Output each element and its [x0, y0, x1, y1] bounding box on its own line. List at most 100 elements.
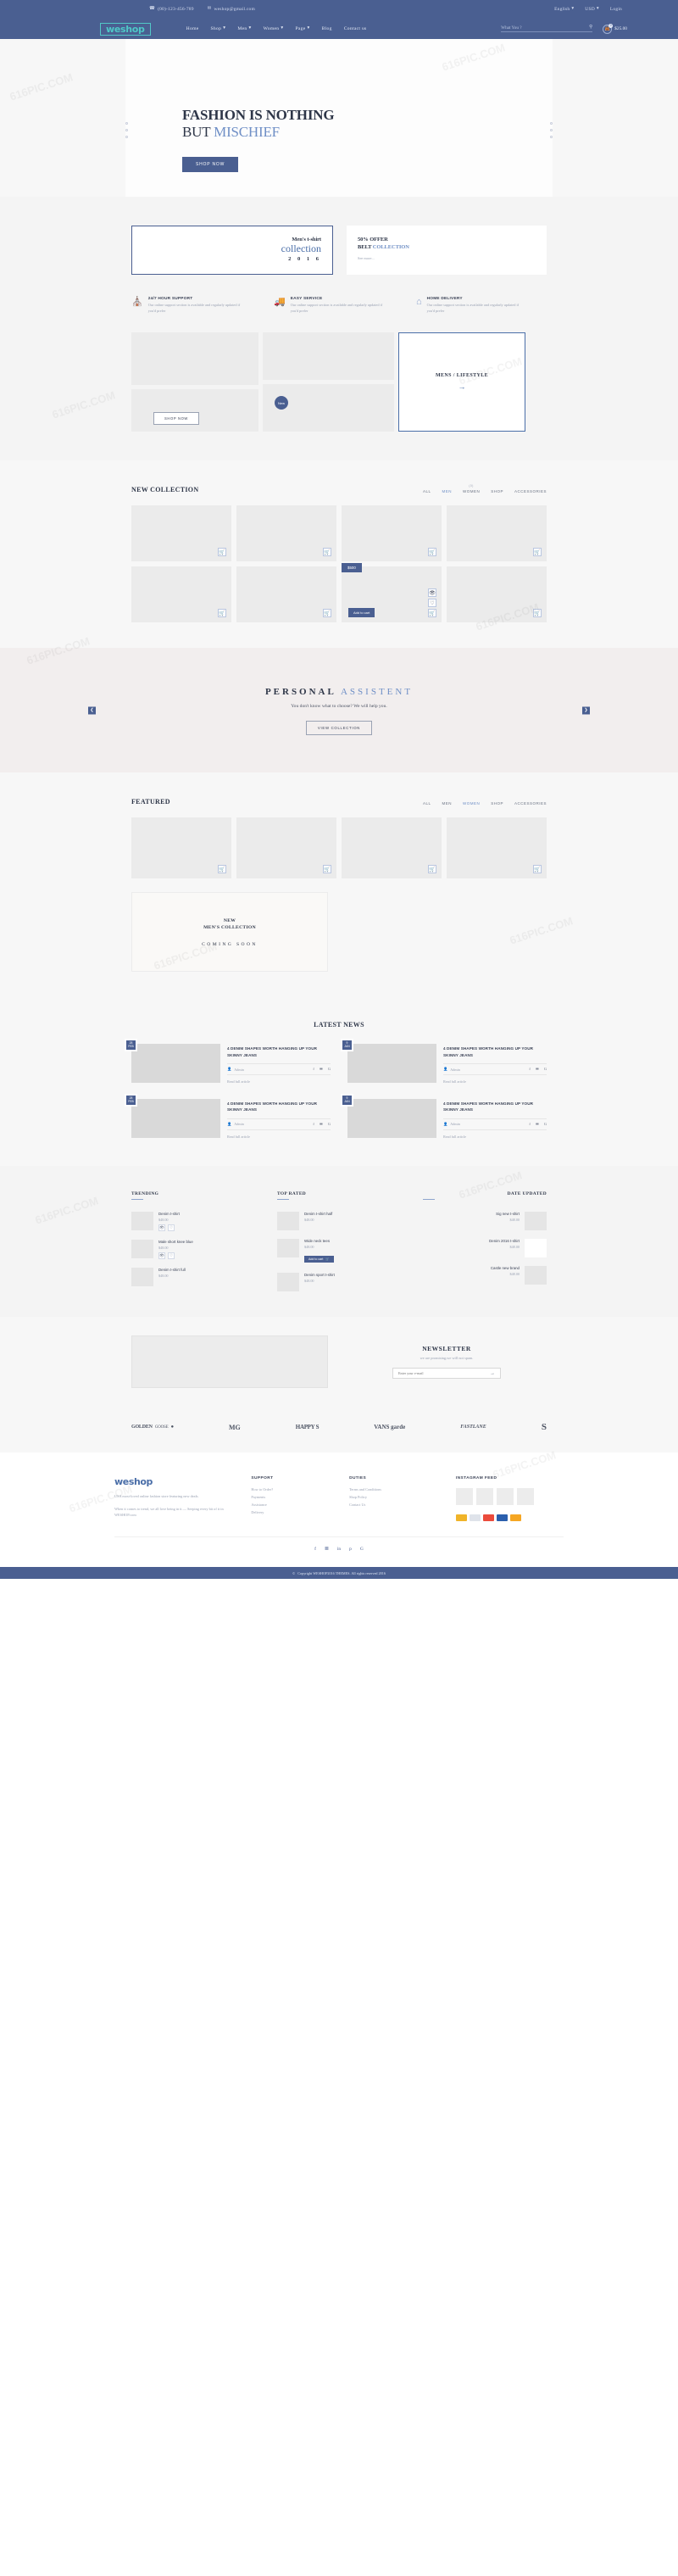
add-to-cart-icon[interactable]: 🛒: [218, 609, 226, 618]
carousel-prev-button[interactable]: ❮: [88, 706, 96, 715]
hero-pagination-left[interactable]: [125, 122, 128, 138]
filter-all[interactable]: ALL: [423, 801, 431, 806]
newsletter-email-input[interactable]: [398, 1371, 490, 1376]
cart-widget[interactable]: 👜 0 $25.00: [603, 23, 627, 34]
filter-men[interactable]: MEN: [442, 801, 452, 806]
category-tile[interactable]: [131, 332, 258, 386]
linkedin-icon[interactable]: in: [337, 1547, 341, 1552]
product-card[interactable]: 🛒: [236, 505, 336, 562]
logo[interactable]: weshop: [100, 22, 151, 36]
product-card[interactable]: 🛒: [131, 817, 231, 879]
news-read-more-link[interactable]: Read full article: [227, 1079, 331, 1084]
category-tile[interactable]: [263, 332, 394, 381]
search-box[interactable]: ⚲: [501, 25, 593, 32]
instagram-thumb[interactable]: [475, 1488, 493, 1506]
product-card[interactable]: 🛒: [236, 817, 336, 879]
list-item[interactable]: Denim 2016 t-shirt $48.00: [423, 1239, 547, 1258]
product-card[interactable]: 🛒: [447, 817, 547, 879]
login-link[interactable]: Login: [610, 7, 622, 12]
list-item[interactable]: Denim t-shirt half $48.00: [277, 1212, 401, 1231]
footer-link[interactable]: Delivery: [251, 1510, 337, 1514]
list-item[interactable]: Castle new brand $48.00: [423, 1266, 547, 1285]
promo-card-mens-tshirt[interactable]: Men's t-shirt collection 2 0 1 6: [131, 226, 333, 275]
nav-item-page[interactable]: Page ▾: [295, 26, 309, 31]
add-to-cart-button[interactable]: Add to cart 🛒: [304, 1256, 334, 1263]
quick-view-icon[interactable]: 👁: [158, 1224, 165, 1232]
footer-link[interactable]: Terms and Conditions: [349, 1487, 444, 1492]
instagram-thumb[interactable]: [496, 1488, 514, 1506]
search-icon[interactable]: ⚲: [589, 25, 592, 31]
filter-shop[interactable]: SHOP: [491, 801, 503, 806]
product-card[interactable]: 🛒: [131, 505, 231, 562]
hero-pagination-right[interactable]: [550, 122, 553, 138]
footer-link[interactable]: Shop Policy: [349, 1495, 444, 1499]
instagram-thumb[interactable]: [516, 1488, 534, 1506]
nav-item-contact-us[interactable]: Contact us: [344, 26, 367, 31]
filter-shop[interactable]: SHOP: [491, 489, 503, 493]
news-item[interactable]: 28 FEB 4 DENIM SHAPES WORTH HANGING UP YO…: [125, 1039, 331, 1084]
news-read-more-link[interactable]: Read full article: [443, 1079, 547, 1084]
carousel-next-button[interactable]: ❯: [582, 706, 590, 715]
twitter-icon[interactable]: 𝌆: [320, 1122, 323, 1127]
google-plus-icon[interactable]: G: [360, 1547, 364, 1552]
add-to-cart-icon[interactable]: 🛒: [428, 548, 436, 557]
wishlist-heart-icon[interactable]: ♡: [428, 599, 436, 608]
news-item[interactable]: 9 JAN 4 DENIM SHAPES WORTH HANGING UP YOU…: [341, 1039, 547, 1084]
add-to-cart-icon[interactable]: 🛒: [533, 609, 542, 618]
wishlist-heart-icon[interactable]: ♡: [168, 1224, 175, 1232]
filter-women[interactable]: (0) WOMEN: [463, 484, 480, 493]
add-to-cart-button[interactable]: Add to cart: [348, 608, 375, 618]
facebook-icon[interactable]: f: [314, 1547, 316, 1552]
add-to-cart-icon[interactable]: 🛒: [323, 548, 331, 557]
coming-soon-card[interactable]: NEW MEN'S COLLECTION COMING SOON: [131, 892, 328, 973]
nav-item-home[interactable]: Home: [186, 26, 199, 31]
pinterest-icon[interactable]: p: [349, 1547, 352, 1552]
list-item[interactable]: Denim t-shirt full $48.00: [131, 1268, 255, 1287]
newsletter-submit-button[interactable]: →: [490, 1371, 495, 1376]
nav-item-women[interactable]: Women ▾: [264, 26, 284, 31]
list-item[interactable]: Male short knee blue $48.00 👁 ♡: [131, 1240, 255, 1260]
hero-shop-now-button[interactable]: SHOP NOW: [182, 157, 239, 173]
language-selector[interactable]: English ▾: [554, 7, 574, 12]
facebook-icon[interactable]: f: [529, 1067, 530, 1072]
filter-all[interactable]: ALL: [423, 489, 431, 493]
google-plus-icon[interactable]: G: [544, 1067, 547, 1072]
google-plus-icon[interactable]: G: [328, 1122, 331, 1127]
instagram-thumb[interactable]: [455, 1488, 473, 1506]
category-tile-mens-lifestyle[interactable]: MENS / LIFESTYLE →: [398, 332, 525, 432]
add-to-cart-icon[interactable]: 🛒: [218, 548, 226, 557]
quick-view-icon[interactable]: 👁: [428, 588, 436, 598]
search-input[interactable]: [501, 25, 590, 31]
list-item[interactable]: Denim sport t-shirt $48.00: [277, 1273, 401, 1292]
twitter-icon[interactable]: 𝌆: [325, 1547, 329, 1552]
news-read-more-link[interactable]: Read full article: [227, 1135, 331, 1139]
news-item[interactable]: 28 FEB 4 DENIM SHAPES WORTH HANGING UP YO…: [125, 1094, 331, 1139]
newsletter-form[interactable]: →: [392, 1368, 501, 1380]
filter-accessories[interactable]: ACCESSORIES: [514, 489, 547, 493]
footer-link[interactable]: Assistance: [251, 1503, 337, 1507]
list-item-hovered[interactable]: Wide neck tees $48.00 Add to cart 🛒: [277, 1239, 401, 1264]
product-card[interactable]: 🛒: [447, 566, 547, 623]
twitter-icon[interactable]: 𝌆: [320, 1067, 323, 1072]
add-to-cart-icon[interactable]: 🛒: [218, 865, 226, 874]
google-plus-icon[interactable]: G: [328, 1067, 331, 1072]
wishlist-heart-icon[interactable]: ♡: [168, 1252, 175, 1260]
promo-card-belt-offer[interactable]: 50% OFFER BELT COLLECTION See more...: [347, 226, 547, 275]
category-shop-now-button[interactable]: SHOP NOW: [153, 412, 199, 426]
filter-women[interactable]: WOMEN: [463, 801, 480, 806]
footer-link[interactable]: How to Order?: [251, 1487, 337, 1492]
category-tile-new[interactable]: New: [263, 384, 394, 432]
cart-icon[interactable]: 👜 0: [603, 23, 614, 34]
promo-see-more-link[interactable]: See more...: [358, 256, 409, 260]
footer-link[interactable]: Contact Us: [349, 1503, 444, 1507]
add-to-cart-icon[interactable]: 🛒: [323, 609, 331, 618]
add-to-cart-icon[interactable]: 🛒: [323, 865, 331, 874]
news-item[interactable]: 9 JAN 4 DENIM SHAPES WORTH HANGING UP YOU…: [341, 1094, 547, 1139]
add-to-cart-icon[interactable]: 🛒: [428, 609, 436, 618]
twitter-icon[interactable]: 𝌆: [536, 1067, 539, 1072]
filter-men[interactable]: MEN: [442, 489, 452, 493]
view-collection-button[interactable]: VIEW COLLECTION: [305, 721, 373, 736]
quick-view-icon[interactable]: 👁: [158, 1252, 165, 1260]
product-card-hovered[interactable]: $500 👁 ♡ Add to cart 🛒: [342, 563, 442, 623]
facebook-icon[interactable]: f: [529, 1122, 530, 1127]
